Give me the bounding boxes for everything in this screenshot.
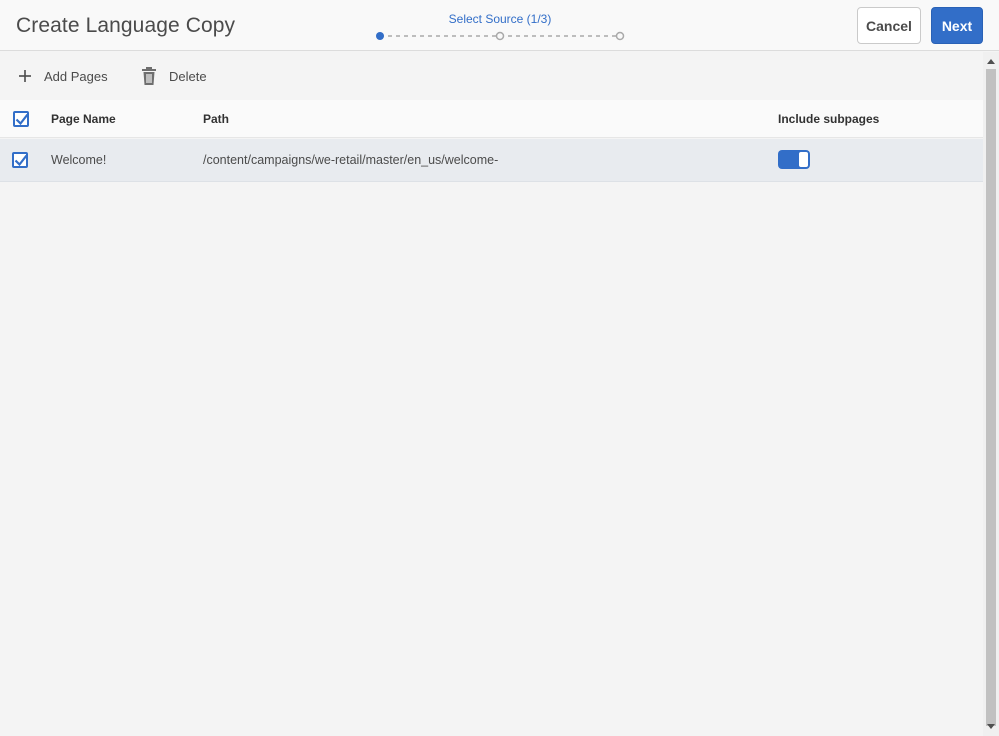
table-header: Page Name Path Include subpages <box>0 100 983 138</box>
step-1-marker <box>376 32 384 40</box>
scroll-up-icon[interactable] <box>983 54 999 68</box>
add-pages-label: Add Pages <box>44 68 108 84</box>
delete-button[interactable]: Delete <box>140 64 207 88</box>
table-row[interactable]: Welcome! /content/campaigns/we-retail/ma… <box>0 139 983 182</box>
step-2-marker <box>495 31 505 41</box>
column-header-page-name[interactable]: Page Name <box>51 112 116 126</box>
cell-page-name: Welcome! <box>51 153 107 167</box>
row-checkbox[interactable] <box>12 152 28 168</box>
scroll-down-icon[interactable] <box>983 720 999 734</box>
delete-label: Delete <box>169 68 207 84</box>
cell-path: /content/campaigns/we-retail/master/en_u… <box>203 153 499 167</box>
checkmark-icon <box>15 113 29 126</box>
action-toolbar: Add Pages Delete <box>0 52 983 100</box>
create-language-copy-wizard: Create Language Copy Select Source (1/3)… <box>0 0 999 736</box>
wizard-header: Create Language Copy Select Source (1/3)… <box>0 0 999 51</box>
cancel-button[interactable]: Cancel <box>857 7 921 44</box>
wizard-stepper: Select Source (1/3) <box>370 10 630 46</box>
toggle-knob <box>799 152 808 167</box>
vertical-scrollbar[interactable] <box>983 52 999 736</box>
scrollbar-thumb[interactable] <box>986 69 996 726</box>
step-3-marker <box>615 31 625 41</box>
select-all-checkbox[interactable] <box>13 111 29 127</box>
add-pages-button[interactable]: Add Pages <box>17 64 108 88</box>
include-subpages-toggle[interactable] <box>778 150 810 169</box>
checkmark-icon <box>14 154 28 167</box>
next-button[interactable]: Next <box>931 7 983 44</box>
column-header-path[interactable]: Path <box>203 112 229 126</box>
trash-icon <box>142 67 156 85</box>
plus-icon <box>19 70 31 82</box>
page-title: Create Language Copy <box>16 14 236 37</box>
wizard-progress-track <box>376 31 625 41</box>
wizard-step-label: Select Source (1/3) <box>448 12 552 26</box>
column-header-include-subpages[interactable]: Include subpages <box>778 112 879 126</box>
